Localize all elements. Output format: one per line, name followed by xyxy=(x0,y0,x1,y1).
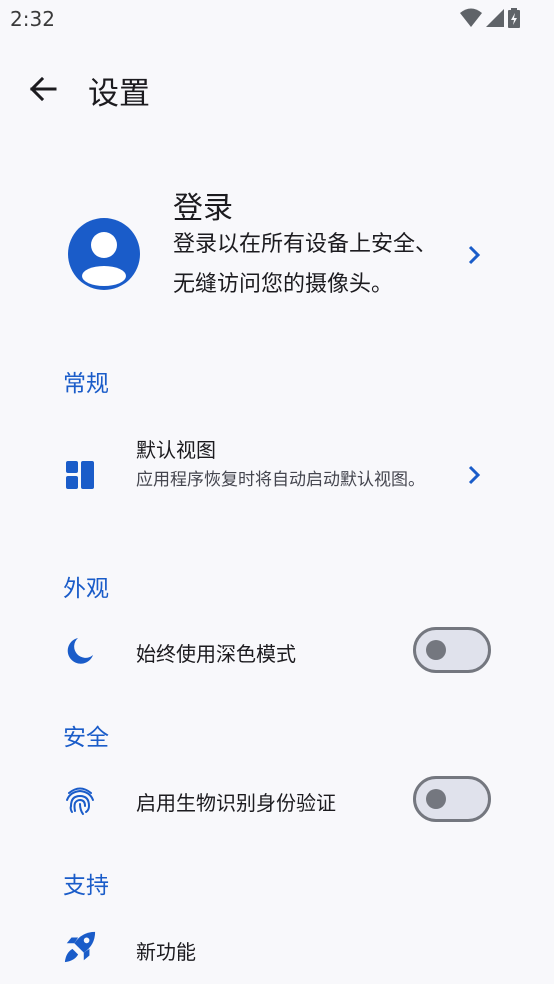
wifi-icon xyxy=(460,8,482,27)
section-header-appearance: 外观 xyxy=(63,576,109,602)
whats-new-item[interactable]: 新功能 xyxy=(0,918,554,980)
signin-title: 登录 xyxy=(173,191,233,226)
app-bar: 设置 xyxy=(0,56,554,120)
default-view-subtitle: 应用程序恢复时将自动启动默认视图。 xyxy=(136,470,425,490)
chevron-right-icon xyxy=(468,245,481,265)
rocket-icon xyxy=(63,930,97,964)
default-view-item[interactable]: 默认视图 应用程序恢复时将自动启动默认视图。 xyxy=(0,420,554,530)
status-bar: 2:32 xyxy=(0,0,554,38)
dark-mode-switch[interactable] xyxy=(413,627,491,673)
fingerprint-icon xyxy=(63,783,97,817)
arrow-left-icon xyxy=(29,77,57,101)
chevron-right-icon xyxy=(468,465,481,485)
section-header-security: 安全 xyxy=(63,725,109,751)
dark-mode-title: 始终使用深色模式 xyxy=(136,642,296,666)
default-view-title: 默认视图 xyxy=(136,438,216,462)
signin-description: 登录以在所有设备上安全、无缝访问您的摄像头。 xyxy=(173,232,438,297)
status-icons xyxy=(460,8,520,28)
account-circle-icon xyxy=(68,218,140,290)
whats-new-title: 新功能 xyxy=(136,940,196,964)
switch-thumb xyxy=(426,789,446,809)
section-header-support: 支持 xyxy=(63,873,109,899)
switch-thumb xyxy=(426,640,446,660)
biometric-title: 启用生物识别身份验证 xyxy=(136,791,336,815)
page-title: 设置 xyxy=(88,76,150,112)
moon-icon xyxy=(63,634,97,668)
biometric-switch[interactable] xyxy=(413,776,491,822)
battery-icon xyxy=(508,8,520,28)
cellular-signal-icon xyxy=(486,9,504,27)
section-header-general: 常规 xyxy=(63,371,109,397)
back-button[interactable] xyxy=(22,68,64,110)
dashboard-icon xyxy=(63,458,97,492)
status-time: 2:32 xyxy=(10,7,55,31)
biometric-item[interactable]: 启用生物识别身份验证 xyxy=(0,769,554,831)
dark-mode-item[interactable]: 始终使用深色模式 xyxy=(0,620,554,682)
signin-item[interactable]: 登录 登录以在所有设备上安全、无缝访问您的摄像头。 xyxy=(0,175,554,335)
